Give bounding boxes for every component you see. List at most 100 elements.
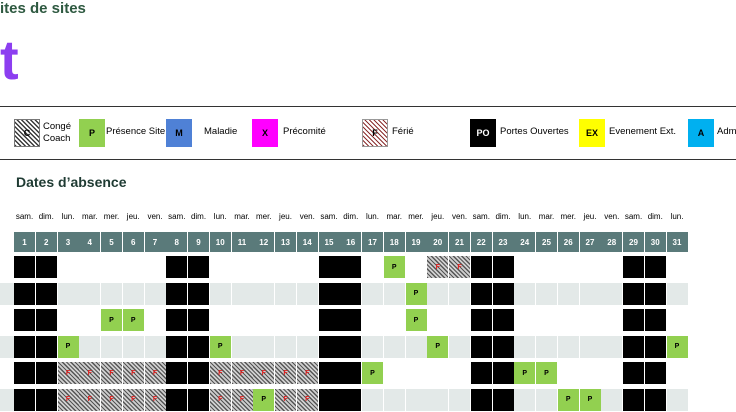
calendar-cell[interactable]	[514, 282, 536, 305]
calendar-cell[interactable]	[188, 256, 209, 278]
calendar-cell[interactable]	[144, 282, 166, 305]
calendar-cell[interactable]	[601, 282, 623, 305]
calendar-cell[interactable]	[557, 362, 579, 384]
calendar-cell[interactable]	[601, 309, 623, 331]
calendar-cell[interactable]	[14, 335, 35, 358]
calendar-cell[interactable]	[427, 362, 449, 384]
calendar-cell[interactable]	[623, 309, 644, 331]
calendar-cell[interactable]	[557, 256, 579, 278]
calendar-cell[interactable]	[666, 256, 688, 278]
calendar-cell[interactable]	[536, 282, 557, 305]
calendar-cell[interactable]	[57, 256, 79, 278]
calendar-cell[interactable]: F	[122, 362, 144, 384]
calendar-cell[interactable]	[644, 362, 666, 384]
calendar-cell[interactable]	[470, 256, 492, 278]
calendar-cell[interactable]	[209, 256, 231, 278]
calendar-cell[interactable]	[275, 335, 296, 358]
calendar-cell[interactable]: P	[362, 362, 383, 384]
calendar-cell[interactable]	[296, 335, 318, 358]
calendar-cell[interactable]	[514, 309, 536, 331]
calendar-cell[interactable]	[536, 309, 557, 331]
calendar-cell[interactable]	[449, 282, 470, 305]
calendar-cell[interactable]	[470, 282, 492, 305]
calendar-cell[interactable]	[601, 256, 623, 278]
calendar-cell[interactable]: F	[122, 388, 144, 411]
calendar-cell[interactable]	[492, 282, 514, 305]
calendar-cell[interactable]	[383, 362, 405, 384]
calendar-cell[interactable]	[470, 362, 492, 384]
calendar-cell[interactable]	[14, 388, 35, 411]
calendar-cell[interactable]	[318, 335, 340, 358]
calendar-cell[interactable]: F	[101, 362, 122, 384]
calendar-cell[interactable]: P	[253, 388, 275, 411]
calendar-cell[interactable]	[601, 362, 623, 384]
calendar-cell[interactable]	[166, 282, 188, 305]
calendar-cell[interactable]	[166, 388, 188, 411]
calendar-cell[interactable]	[449, 309, 470, 331]
calendar-cell[interactable]	[57, 309, 79, 331]
calendar-cell[interactable]	[362, 282, 383, 305]
calendar-cell[interactable]	[35, 309, 57, 331]
calendar-cell[interactable]: P	[405, 282, 427, 305]
calendar-cell[interactable]: P	[536, 362, 557, 384]
calendar-cell[interactable]	[340, 335, 362, 358]
calendar-cell[interactable]	[449, 362, 470, 384]
calendar-cell[interactable]	[296, 282, 318, 305]
calendar-cell[interactable]	[666, 309, 688, 331]
calendar-cell[interactable]	[470, 388, 492, 411]
calendar-cell[interactable]	[318, 388, 340, 411]
calendar-cell[interactable]	[209, 282, 231, 305]
calendar-cell[interactable]	[623, 282, 644, 305]
calendar-cell[interactable]	[122, 335, 144, 358]
calendar-cell[interactable]	[14, 282, 35, 305]
calendar-cell[interactable]	[514, 335, 536, 358]
calendar-cell[interactable]: F	[57, 388, 79, 411]
calendar-cell[interactable]: F	[296, 362, 318, 384]
calendar-cell[interactable]	[188, 362, 209, 384]
calendar-cell[interactable]	[557, 335, 579, 358]
calendar-cell[interactable]	[188, 388, 209, 411]
calendar-cell[interactable]: P	[101, 309, 122, 331]
calendar-cell[interactable]	[557, 282, 579, 305]
calendar-cell[interactable]	[318, 256, 340, 278]
calendar-cell[interactable]	[166, 362, 188, 384]
calendar-cell[interactable]	[514, 256, 536, 278]
calendar-cell[interactable]	[644, 282, 666, 305]
calendar-cell[interactable]	[427, 309, 449, 331]
calendar-cell[interactable]	[427, 282, 449, 305]
calendar-cell[interactable]	[601, 335, 623, 358]
calendar-cell[interactable]	[209, 309, 231, 331]
calendar-cell[interactable]: P	[57, 335, 79, 358]
calendar-cell[interactable]	[144, 256, 166, 278]
calendar-cell[interactable]	[188, 282, 209, 305]
calendar-cell[interactable]	[101, 282, 122, 305]
calendar-cell[interactable]	[362, 388, 383, 411]
calendar-cell[interactable]: F	[209, 388, 231, 411]
calendar-cell[interactable]	[492, 335, 514, 358]
calendar-cell[interactable]	[35, 362, 57, 384]
calendar-cell[interactable]	[514, 388, 536, 411]
calendar-cell[interactable]	[536, 388, 557, 411]
calendar-cell[interactable]: F	[144, 362, 166, 384]
calendar-cell[interactable]: P	[557, 388, 579, 411]
calendar-cell[interactable]	[231, 256, 253, 278]
calendar-cell[interactable]: F	[57, 362, 79, 384]
calendar-cell[interactable]: F	[231, 362, 253, 384]
calendar-cell[interactable]	[362, 309, 383, 331]
calendar-cell[interactable]	[579, 309, 601, 331]
calendar-cell[interactable]: P	[427, 335, 449, 358]
calendar-cell[interactable]	[35, 388, 57, 411]
calendar-cell[interactable]	[666, 388, 688, 411]
calendar-cell[interactable]	[623, 388, 644, 411]
calendar-cell[interactable]	[492, 256, 514, 278]
calendar-cell[interactable]: P	[122, 309, 144, 331]
calendar-cell[interactable]	[122, 256, 144, 278]
calendar-cell[interactable]	[296, 256, 318, 278]
calendar-cell[interactable]	[470, 335, 492, 358]
calendar-cell[interactable]	[296, 309, 318, 331]
calendar-cell[interactable]	[79, 282, 101, 305]
calendar-cell[interactable]	[644, 309, 666, 331]
calendar-cell[interactable]	[79, 256, 101, 278]
calendar-cell[interactable]	[383, 388, 405, 411]
calendar-cell[interactable]	[14, 256, 35, 278]
